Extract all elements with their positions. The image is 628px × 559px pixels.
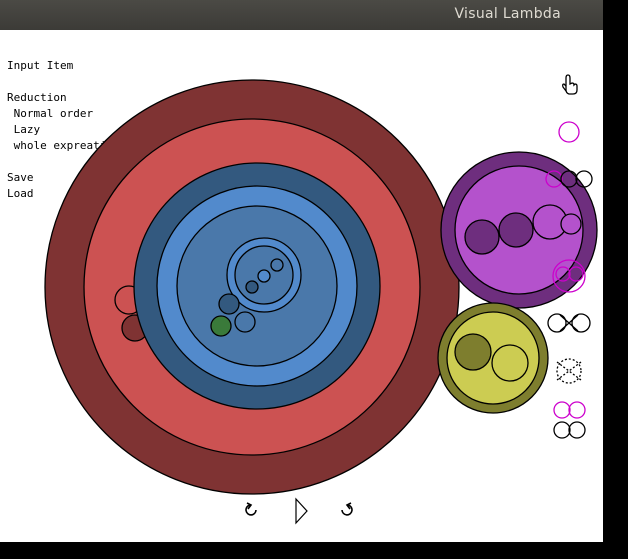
dashed-crossed-bubble-icon[interactable] bbox=[556, 358, 582, 384]
stacked-bubble-icon[interactable] bbox=[553, 401, 586, 439]
small-blue-bubble-2 bbox=[234, 311, 256, 333]
crossed-bubble-icon[interactable] bbox=[547, 313, 591, 333]
green-variable-bubble bbox=[210, 315, 232, 337]
undo-icon[interactable] bbox=[245, 502, 257, 516]
tiny-blue-bubble-2 bbox=[257, 269, 271, 283]
small-blue-bubble-1 bbox=[218, 293, 240, 315]
tiny-blue-bubble-3 bbox=[270, 258, 284, 272]
yellow-expression[interactable] bbox=[437, 302, 549, 414]
play-icon[interactable] bbox=[295, 497, 308, 525]
tiny-blue-bubble-1 bbox=[245, 280, 259, 294]
yellow-small-bubble bbox=[491, 344, 529, 382]
redo-icon[interactable] bbox=[341, 502, 353, 516]
bottom-toolbar bbox=[245, 497, 353, 525]
purple-small-1 bbox=[464, 219, 500, 255]
violet-small-2 bbox=[560, 213, 582, 235]
red-expression[interactable] bbox=[44, 79, 460, 495]
purple-expression[interactable] bbox=[440, 151, 598, 309]
diagram-layer bbox=[44, 74, 598, 525]
purple-small-2 bbox=[498, 212, 534, 248]
hand-cursor-icon[interactable] bbox=[562, 74, 578, 95]
olive-small-bubble bbox=[454, 333, 492, 371]
single-bubble-icon[interactable] bbox=[558, 121, 580, 143]
